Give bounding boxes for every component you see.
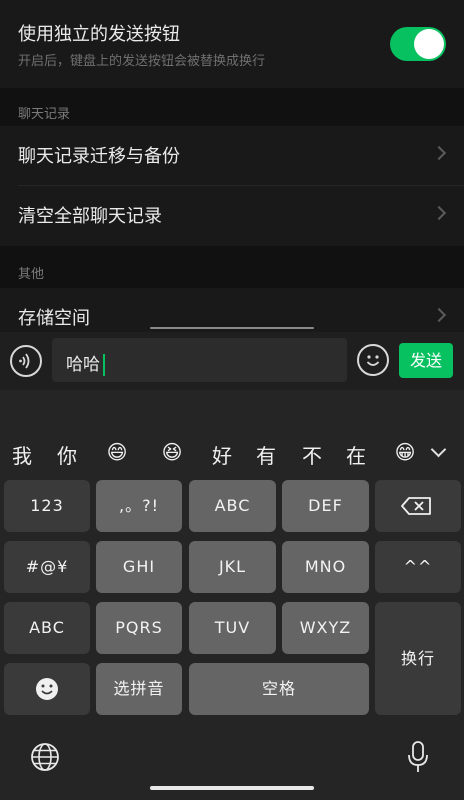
message-input-value: 哈哈: [66, 350, 105, 376]
emoji-icon[interactable]: [4, 663, 90, 715]
key-def[interactable]: DEF: [282, 480, 369, 532]
separate-send-button-title: 使用独立的发送按钮: [18, 24, 180, 45]
key-123[interactable]: 123: [4, 480, 90, 532]
key-abc-english[interactable]: ABC: [4, 602, 90, 654]
candidate-item[interactable]: 不: [296, 440, 328, 469]
separate-send-button-subtitle: 开启后，键盘上的发送按钮会被替换成换行: [18, 54, 266, 69]
candidate-item[interactable]: 😄: [101, 440, 133, 464]
key-space[interactable]: 空格: [189, 663, 369, 715]
key-punctuation[interactable]: ,。?!: [96, 480, 182, 532]
key-select-pinyin[interactable]: 选拼音: [96, 663, 182, 715]
section-label-chat-history: 聊天记录: [18, 107, 71, 122]
key-ghi[interactable]: GHI: [96, 541, 182, 593]
emoji-icon[interactable]: [357, 344, 389, 376]
key-wxyz[interactable]: WXYZ: [282, 602, 369, 654]
toggle-knob: [414, 29, 444, 59]
candidate-item[interactable]: 😁: [389, 440, 421, 464]
chevron-right-icon: [431, 205, 447, 221]
candidate-item[interactable]: 好: [206, 440, 238, 469]
chat-migrate-backup-label: 聊天记录迁移与备份: [18, 146, 180, 167]
backspace-icon[interactable]: [375, 480, 461, 532]
key-abc[interactable]: ABC: [189, 480, 276, 532]
key-mno[interactable]: MNO: [282, 541, 369, 593]
key-pqrs[interactable]: PQRS: [96, 602, 182, 654]
ime-keyboard: 我 你 😄 😆 好 有 不 在 😁 123 ,。?! ABC DEF #@¥ G…: [0, 390, 464, 800]
candidate-item[interactable]: 我: [6, 440, 38, 469]
chat-settings-panel: 使用独立的发送按钮 开启后，键盘上的发送按钮会被替换成换行 聊天记录 聊天记录迁…: [0, 0, 464, 332]
home-indicator: [150, 786, 314, 790]
candidate-bar: 我 你 😄 😆 好 有 不 在 😁: [0, 430, 464, 476]
key-jkl[interactable]: JKL: [189, 541, 276, 593]
chat-migrate-backup-row[interactable]: 聊天记录迁移与备份: [0, 126, 464, 186]
home-indicator-overlay: [150, 327, 314, 329]
key-kaomoji[interactable]: ^^: [375, 541, 461, 593]
chevron-right-icon: [431, 307, 447, 323]
chevron-right-icon: [431, 145, 447, 161]
globe-icon[interactable]: [30, 742, 60, 772]
chevron-down-icon[interactable]: [430, 441, 447, 458]
candidate-item[interactable]: 你: [51, 440, 83, 469]
separate-send-button-row[interactable]: 使用独立的发送按钮 开启后，键盘上的发送按钮会被替换成换行: [0, 0, 464, 88]
key-newline[interactable]: 换行: [375, 602, 461, 715]
voice-icon[interactable]: [10, 345, 42, 377]
clear-chat-history-row[interactable]: 清空全部聊天记录: [0, 186, 464, 246]
separate-send-button-toggle[interactable]: [390, 27, 446, 61]
clear-chat-history-label: 清空全部聊天记录: [18, 206, 162, 227]
key-tuv[interactable]: TUV: [189, 602, 276, 654]
candidate-item[interactable]: 😆: [156, 440, 188, 464]
storage-space-row[interactable]: 存储空间: [0, 288, 464, 332]
candidate-item[interactable]: 在: [340, 440, 372, 469]
chat-input-bar: 哈哈 发送: [0, 332, 464, 390]
storage-space-label: 存储空间: [18, 308, 90, 329]
section-label-other: 其他: [18, 267, 45, 282]
candidate-item[interactable]: 有: [250, 440, 282, 469]
key-symbols[interactable]: #@¥: [4, 541, 90, 593]
message-input[interactable]: 哈哈: [52, 338, 347, 382]
microphone-icon[interactable]: [404, 740, 432, 774]
text-caret: [103, 354, 105, 376]
send-button[interactable]: 发送: [399, 343, 453, 378]
